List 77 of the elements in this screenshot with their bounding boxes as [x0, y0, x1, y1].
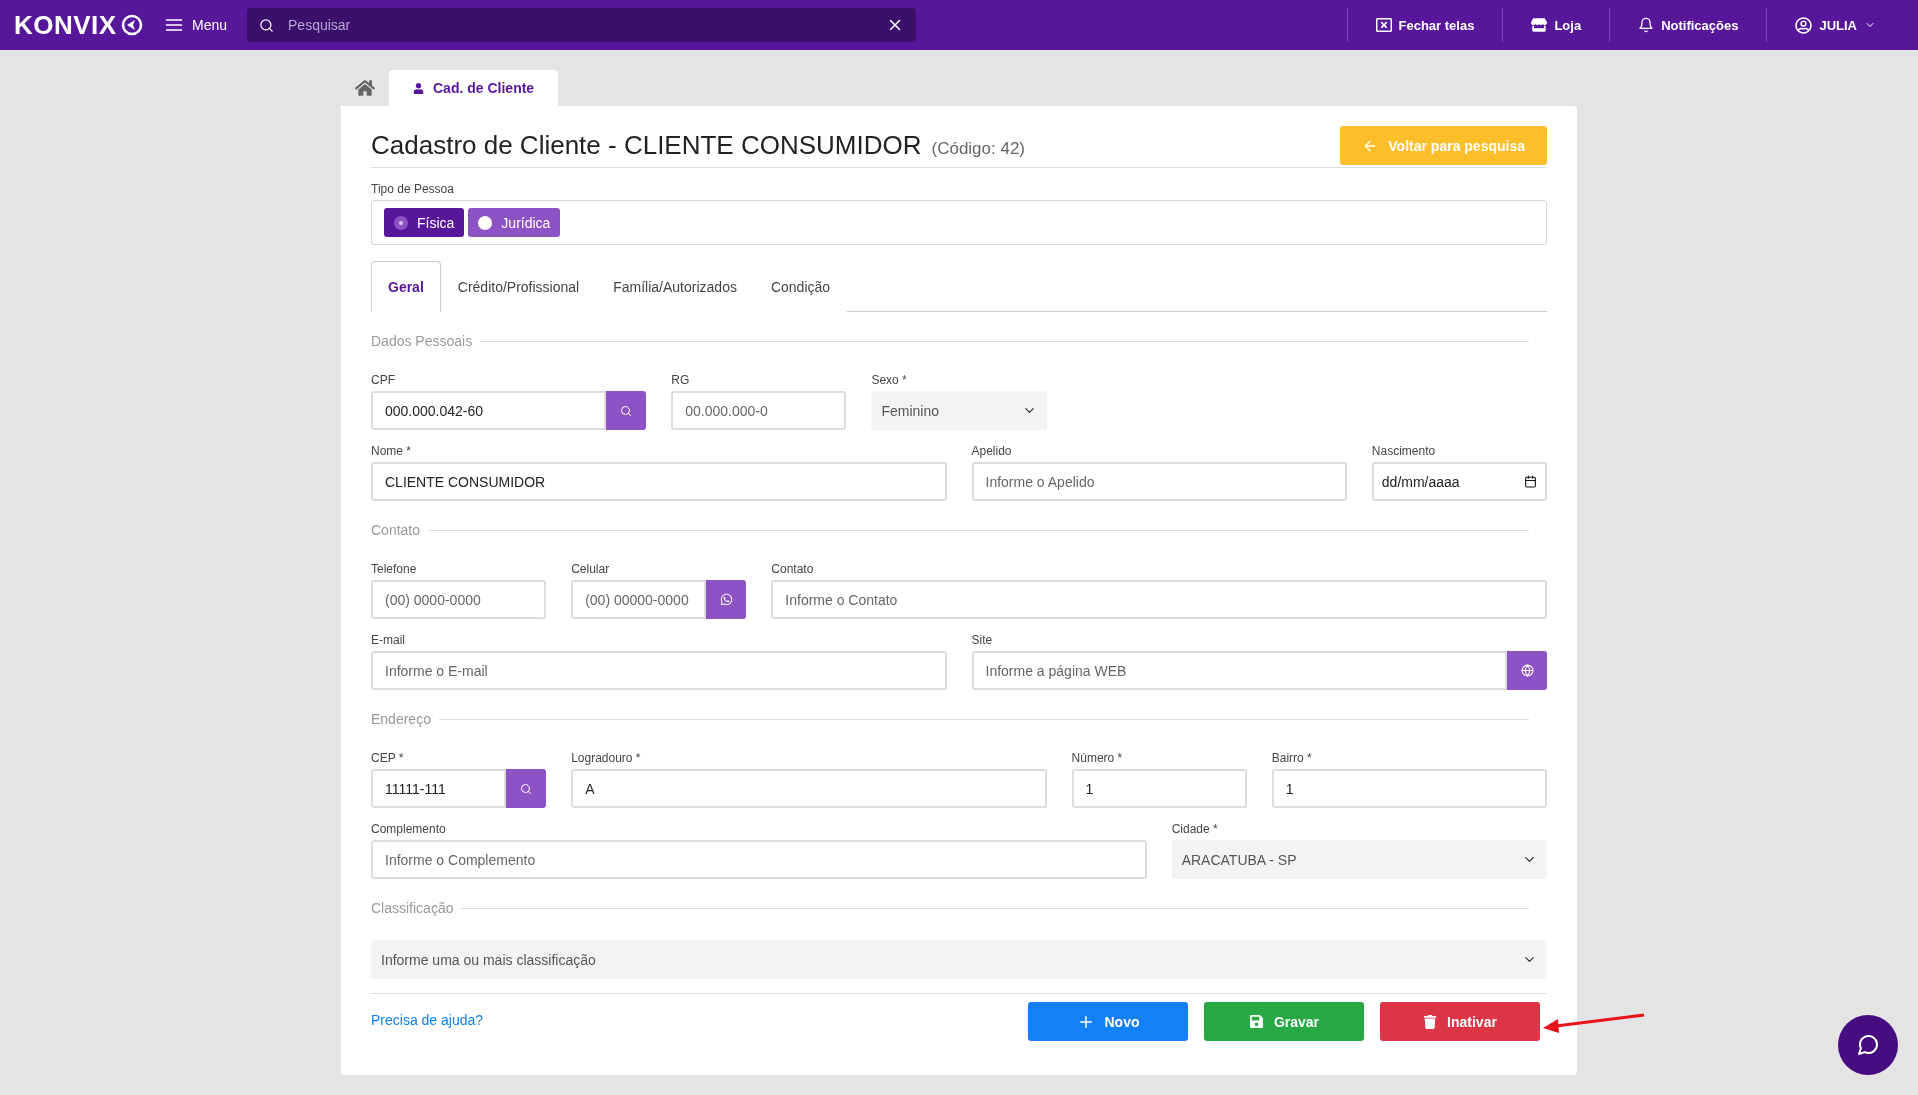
search-button[interactable]	[506, 769, 547, 808]
search-icon	[520, 782, 533, 795]
input-field[interactable]: Informe o Complemento	[371, 840, 1147, 879]
store-icon	[1531, 17, 1548, 33]
select-field[interactable]: ARACATUBA - SP	[1171, 840, 1547, 879]
input-field[interactable]: 1	[1071, 769, 1247, 808]
chat-button[interactable]	[1838, 1015, 1898, 1075]
input-field[interactable]: 11111-111	[371, 769, 507, 808]
input-field[interactable]: Informe o Contato	[771, 580, 1547, 619]
logo: KONVIX	[14, 9, 164, 41]
whatsapp-button[interactable]	[706, 580, 747, 619]
field-label: Logradouro *	[571, 751, 642, 764]
trash-icon	[1423, 1014, 1438, 1029]
input-field[interactable]: Informe a página WEB	[971, 651, 1507, 690]
menu-button[interactable]: Menu	[164, 15, 228, 35]
home-icon[interactable]	[355, 78, 375, 98]
chat-icon	[1856, 1033, 1880, 1057]
field-label: Complemento	[371, 822, 447, 835]
search-bar[interactable]: Pesquisar	[247, 8, 917, 42]
field-label: Tipo de Pessoa	[371, 182, 455, 196]
toolbar-button[interactable]: Loja	[1502, 8, 1610, 42]
field-label: Cidade *	[1171, 822, 1219, 835]
field-label: Site	[971, 633, 994, 646]
input-field[interactable]: (00) 0000-0000	[371, 580, 547, 619]
field-label: Celular	[571, 562, 611, 575]
field-label: Nome *	[371, 444, 412, 457]
field-label: CPF	[371, 373, 396, 386]
field-label: Apelido	[971, 444, 1013, 457]
field-label: Número *	[1071, 751, 1124, 764]
field-label: CEP *	[371, 751, 405, 764]
toolbar-button[interactable]: JULIA	[1766, 8, 1904, 42]
field-label: Contato	[771, 562, 815, 575]
calendar-icon	[1524, 475, 1537, 488]
logo-mark-icon	[120, 14, 143, 36]
new-button[interactable]: Novo	[1028, 1002, 1188, 1041]
search-icon	[620, 404, 633, 417]
input-field[interactable]: 00.000.000-0	[671, 391, 847, 430]
toolbar-button[interactable]: Fechar telas	[1346, 8, 1503, 42]
search-button[interactable]	[606, 391, 647, 430]
whatsapp-icon	[719, 593, 733, 606]
section-title: Classificação	[371, 900, 454, 916]
radio-option[interactable]: Física	[384, 208, 465, 237]
section-title: Dados Pessoais	[371, 333, 473, 349]
field-label: Nascimento	[1371, 444, 1437, 457]
input-field[interactable]: Informe o E-mail	[371, 651, 947, 690]
client-code: (Código: 42)	[931, 139, 1026, 159]
field-label: Telefone	[371, 562, 418, 575]
web-button[interactable]	[1507, 651, 1547, 690]
page-tab[interactable]: Cad. de Cliente	[389, 70, 559, 106]
section-title: Contato	[371, 522, 421, 538]
window-close-icon	[1375, 17, 1392, 33]
user-icon	[1795, 16, 1813, 34]
input-field[interactable]: Informe o Apelido	[971, 462, 1347, 501]
field-label: RG	[671, 373, 691, 386]
bell-icon	[1638, 17, 1655, 33]
input-field[interactable]: A	[571, 769, 1047, 808]
inactivate-button[interactable]: Inativar	[1380, 1002, 1540, 1041]
field-label: Bairro *	[1271, 751, 1313, 764]
radio-option[interactable]: Jurídica	[468, 208, 561, 237]
input-field[interactable]: CLIENTE CONSUMIDOR	[371, 462, 947, 501]
section-title: Endereço	[371, 711, 431, 727]
select-field[interactable]: Feminino	[871, 391, 1047, 430]
field-label: E-mail	[371, 633, 406, 646]
page-title: Cadastro de Cliente - CLIENTE CONSUMIDOR	[371, 130, 922, 161]
tab[interactable]: Geral	[371, 261, 441, 312]
toolbar-button[interactable]: Notificações	[1609, 8, 1767, 42]
select-field[interactable]: Informe uma ou mais classificação	[371, 940, 1547, 979]
input-field[interactable]: 000.000.042-60	[371, 391, 607, 430]
search-icon	[259, 17, 275, 33]
help-link[interactable]: Precisa de ajuda?	[371, 1012, 484, 1028]
search-field[interactable]: Pesquisar	[286, 16, 875, 34]
field-label: Sexo *	[871, 373, 908, 386]
input-field[interactable]: 1	[1271, 769, 1547, 808]
date-field[interactable]: dd/mm/aaaa	[1371, 462, 1547, 501]
globe-icon	[1520, 664, 1534, 677]
user-icon	[413, 82, 424, 94]
input-field[interactable]: (00) 00000-0000	[571, 580, 707, 619]
